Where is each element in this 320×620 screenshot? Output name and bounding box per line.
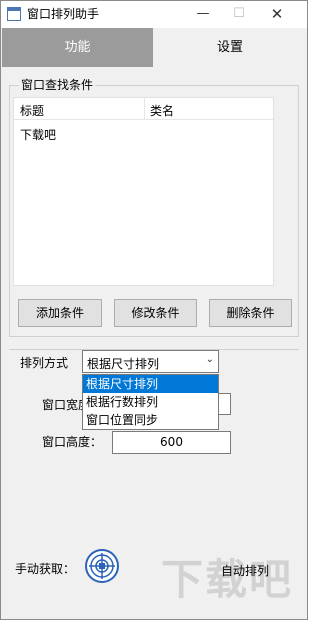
- list-header: 标题 类名: [14, 98, 273, 120]
- chevron-down-icon: ⌄: [205, 354, 214, 365]
- find-conditions-label: 窗口查找条件: [19, 78, 96, 92]
- window-height-input[interactable]: 600: [112, 431, 231, 454]
- dropdown-option-rows[interactable]: 根据行数排列: [83, 393, 218, 411]
- column-title[interactable]: 标题: [20, 102, 44, 119]
- maximize-button[interactable]: ☐: [221, 1, 257, 27]
- tab-function[interactable]: 功能: [2, 28, 153, 67]
- conditions-list[interactable]: 标题 类名 下载吧: [13, 97, 274, 286]
- arrange-mode-select[interactable]: 根据尺寸排列 ⌄: [82, 350, 219, 373]
- crosshair-icon[interactable]: [85, 549, 119, 583]
- minimize-button[interactable]: —: [185, 1, 221, 27]
- list-item[interactable]: 下载吧: [20, 126, 56, 143]
- app-window: 窗口排列助手 — ☐ ✕ 功能 设置 窗口查找条件 标题 类名 下载吧 添加条件…: [0, 0, 308, 620]
- window-icon: [7, 7, 21, 21]
- auto-arrange-button[interactable]: 自动排列: [221, 562, 269, 579]
- tab-settings[interactable]: 设置: [153, 28, 307, 67]
- delete-condition-button[interactable]: 删除条件: [209, 299, 292, 327]
- dropdown-option-size[interactable]: 根据尺寸排列: [83, 375, 218, 393]
- add-condition-button[interactable]: 添加条件: [18, 299, 102, 327]
- modify-condition-button[interactable]: 修改条件: [114, 299, 197, 327]
- window-title: 窗口排列助手: [27, 7, 100, 21]
- arrange-mode-value: 根据尺寸排列: [87, 357, 160, 371]
- column-separator: [144, 98, 145, 120]
- column-classname[interactable]: 类名: [150, 102, 174, 119]
- dropdown-option-sync[interactable]: 窗口位置同步: [83, 411, 218, 429]
- arrange-mode-label: 排列方式: [20, 356, 69, 370]
- title-bar: 窗口排列助手 — ☐ ✕: [1, 1, 307, 28]
- manual-capture-label: 手动获取：: [15, 562, 76, 576]
- window-height-label: 窗口高度：: [42, 435, 103, 449]
- arrange-mode-dropdown: 根据尺寸排列 根据行数排列 窗口位置同步: [82, 374, 219, 430]
- close-button[interactable]: ✕: [259, 1, 295, 27]
